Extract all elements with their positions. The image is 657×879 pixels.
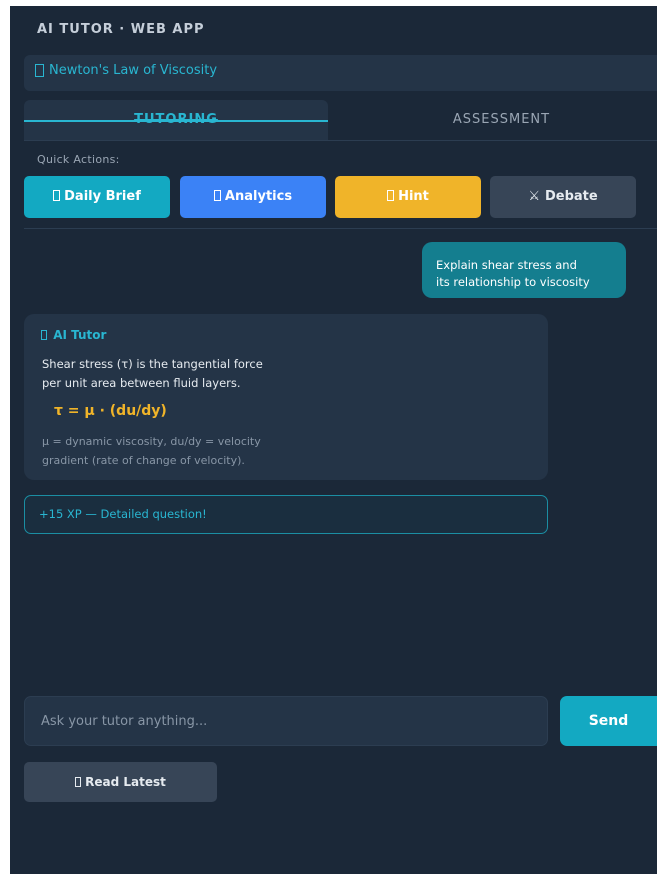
ai-sender-header: AI Tutor — [41, 328, 106, 342]
tab-bar: TUTORING ASSESSMENT — [24, 100, 657, 141]
robot-icon — [41, 330, 47, 340]
send-button[interactable]: Send — [560, 696, 657, 746]
book-icon — [35, 64, 44, 77]
app-title: AI TUTOR · WEB APP — [37, 22, 205, 37]
user-message-bubble: Explain shear stress and its relationshi… — [422, 242, 626, 298]
quick-actions-label: Quick Actions: — [37, 153, 120, 166]
analytics-button[interactable]: Analytics — [180, 176, 326, 218]
xp-badge: +15 XP — Detailed question! — [24, 495, 548, 534]
tab-assessment-label: ASSESSMENT — [452, 112, 551, 127]
section-divider — [24, 228, 657, 229]
read-latest-button[interactable]: Read Latest — [24, 762, 217, 802]
hint-button[interactable]: Hint — [335, 176, 481, 218]
daily-brief-button[interactable]: Daily Brief — [24, 176, 170, 218]
user-message-line: Explain shear stress and — [436, 258, 577, 272]
topic-label: Newton's Law of Viscosity — [49, 63, 218, 78]
newspaper-icon — [53, 190, 61, 201]
ai-message-line: per unit area between fluid layers. — [42, 376, 241, 390]
ai-message-line: Shear stress (τ) is the tangential force — [42, 357, 263, 371]
ai-message-body: Shear stress (τ) is the tangential force… — [42, 355, 263, 393]
debate-button[interactable]: ⚔ Debate — [490, 176, 636, 218]
ai-note-line: μ = dynamic viscosity, du/dy = velocity — [42, 435, 261, 448]
topic-bar[interactable]: Newton's Law of Viscosity — [24, 55, 657, 91]
speaker-icon — [75, 777, 82, 787]
tab-tutoring[interactable]: TUTORING — [24, 100, 328, 140]
ai-note-line: gradient (rate of change of velocity). — [42, 454, 245, 467]
hint-label: Hint — [398, 189, 429, 204]
formula: τ = μ · (du/dy) — [54, 403, 167, 419]
ai-message-card: AI Tutor Shear stress (τ) is the tangent… — [24, 314, 548, 480]
app-window: AI TUTOR · WEB APP Newton's Law of Visco… — [10, 6, 657, 874]
read-latest-label: Read Latest — [85, 775, 166, 789]
tab-assessment[interactable]: ASSESSMENT — [346, 100, 657, 140]
active-tab-indicator — [24, 120, 328, 122]
daily-brief-label: Daily Brief — [64, 189, 141, 204]
analytics-label: Analytics — [224, 189, 293, 204]
ai-sender-name: AI Tutor — [53, 328, 107, 342]
debate-label: Debate — [544, 189, 598, 204]
chat-input[interactable] — [24, 696, 548, 746]
user-message-line: its relationship to viscosity — [436, 275, 590, 289]
ai-message-note: μ = dynamic viscosity, du/dy = velocity … — [42, 432, 261, 470]
swords-icon: ⚔ — [528, 189, 540, 204]
lightbulb-icon — [387, 190, 395, 201]
chart-icon — [213, 190, 221, 201]
